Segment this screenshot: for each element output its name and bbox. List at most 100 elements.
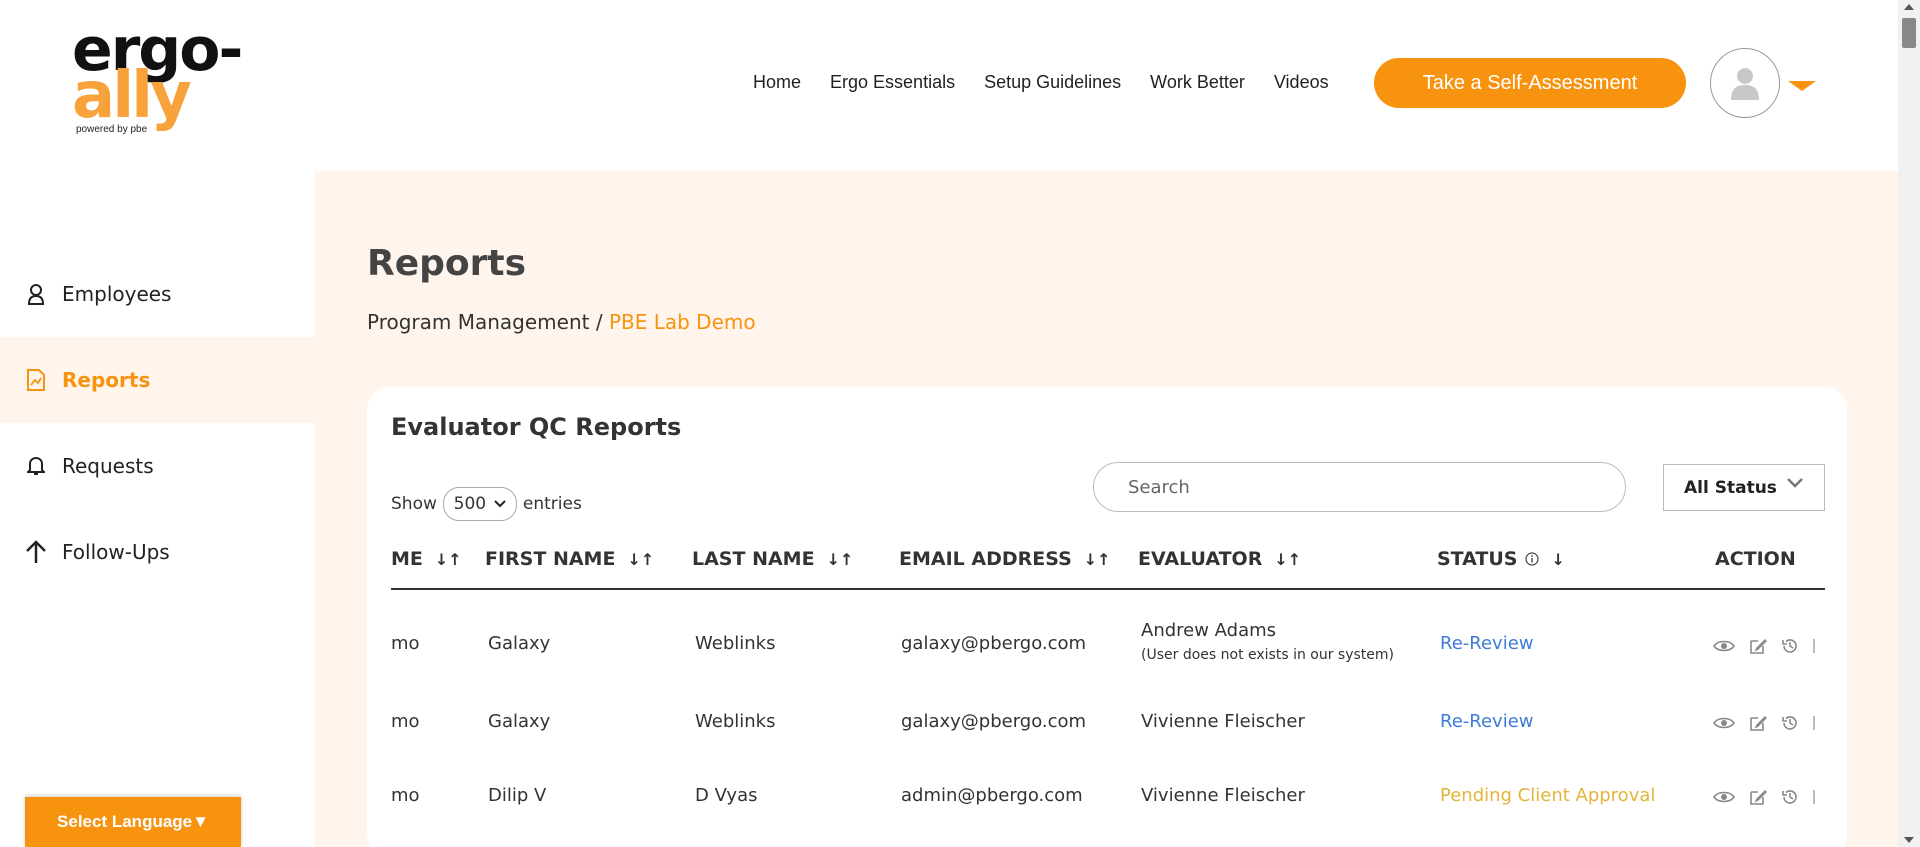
- eye-icon[interactable]: [1713, 639, 1735, 653]
- sidebar: Employees Reports Requests Follow-Ups: [0, 171, 315, 847]
- row-actions: [1713, 637, 1815, 655]
- reports-card: Evaluator QC Reports Show 500 entries Al…: [367, 387, 1847, 847]
- history-icon[interactable]: [1781, 714, 1799, 732]
- column-header-first-name[interactable]: FIRST NAME ↓↑: [485, 548, 654, 570]
- sort-icon[interactable]: ↓↑: [1274, 550, 1301, 569]
- edit-icon[interactable]: [1749, 788, 1767, 806]
- logo-text-ally: ally: [72, 59, 192, 133]
- breadcrumb-current: PBE Lab Demo: [608, 310, 756, 334]
- cell-evaluator: Vivienne Fleischer: [1141, 785, 1305, 806]
- action-divider: [1813, 790, 1815, 804]
- header: ergo- ally powered by pbe Home Ergo Esse…: [0, 0, 1898, 171]
- evaluator-name: Andrew Adams: [1141, 620, 1277, 641]
- entries-select[interactable]: 500: [442, 487, 517, 521]
- sort-icon[interactable]: ↓↑: [1084, 550, 1111, 569]
- row-actions: [1713, 788, 1815, 806]
- bell-icon: [24, 454, 48, 478]
- user-avatar[interactable]: [1710, 48, 1780, 118]
- nav-setup-guidelines[interactable]: Setup Guidelines: [984, 72, 1121, 93]
- history-icon[interactable]: [1781, 637, 1799, 655]
- column-header-last-name[interactable]: LAST NAME ↓↑: [692, 548, 853, 570]
- column-label: ACTION: [1715, 548, 1796, 570]
- eye-icon[interactable]: [1713, 716, 1735, 730]
- cell-last-name: D Vyas: [695, 785, 758, 806]
- user-avatar-icon: [1731, 68, 1759, 100]
- action-divider: [1813, 716, 1815, 730]
- main-nav: Home Ergo Essentials Setup Guidelines Wo…: [753, 72, 1358, 93]
- sidebar-item-label: Reports: [62, 368, 151, 392]
- scroll-down-arrow-icon[interactable]: [1904, 837, 1914, 843]
- card-title: Evaluator QC Reports: [391, 413, 682, 441]
- cell-first-name: Galaxy: [488, 633, 551, 654]
- info-icon[interactable]: [1525, 552, 1540, 566]
- sort-icon[interactable]: ↓↑: [435, 550, 462, 569]
- column-label: FIRST NAME: [485, 548, 616, 570]
- report-icon: [24, 368, 48, 392]
- sidebar-item-employees[interactable]: Employees: [0, 251, 315, 337]
- status-filter-value: All Status: [1684, 477, 1777, 498]
- sidebar-item-label: Requests: [62, 454, 154, 478]
- column-header-evaluator[interactable]: EVALUATOR ↓↑: [1138, 548, 1301, 570]
- sidebar-item-reports[interactable]: Reports: [0, 337, 315, 423]
- cell-first-name: Galaxy: [488, 711, 551, 732]
- ergo-ally-logo[interactable]: ergo- ally powered by pbe: [72, 18, 292, 138]
- column-header-email[interactable]: EMAIL ADDRESS ↓↑: [899, 548, 1111, 570]
- select-language-button[interactable]: Select Language▼: [25, 797, 241, 847]
- nav-videos[interactable]: Videos: [1274, 72, 1329, 93]
- column-label: ME: [391, 548, 423, 570]
- logo-tagline: powered by pbe: [76, 124, 148, 135]
- cell-email: admin@pbergo.com: [901, 785, 1083, 806]
- breadcrumb: Program Management / PBE Lab Demo: [367, 310, 756, 334]
- cell-me: mo: [391, 785, 420, 806]
- column-header-action: ACTION: [1715, 548, 1796, 570]
- cell-last-name: Weblinks: [695, 711, 776, 732]
- edit-icon[interactable]: [1749, 637, 1767, 655]
- table-header: ME ↓↑ FIRST NAME ↓↑ LAST NAME ↓↑ EMAIL ADDR…: [391, 532, 1825, 590]
- column-label: LAST NAME: [692, 548, 815, 570]
- sort-icon[interactable]: ↓↑: [627, 550, 654, 569]
- cell-email: galaxy@pbergo.com: [901, 711, 1087, 732]
- status-badge[interactable]: Re-Review: [1440, 711, 1534, 732]
- edit-icon[interactable]: [1749, 714, 1767, 732]
- sidebar-item-label: Follow-Ups: [62, 540, 170, 564]
- nav-ergo-essentials[interactable]: Ergo Essentials: [830, 72, 955, 93]
- entries-label: entries: [522, 494, 582, 514]
- cell-last-name: Weblinks: [695, 633, 776, 654]
- nav-home[interactable]: Home: [753, 72, 801, 93]
- status-badge[interactable]: Re-Review: [1440, 633, 1534, 654]
- main-content: Reports Program Management / PBE Lab Dem…: [315, 171, 1898, 847]
- status-badge[interactable]: Pending Client Approval: [1440, 785, 1655, 806]
- user-icon: [24, 282, 48, 306]
- sidebar-item-follow-ups[interactable]: Follow-Ups: [0, 509, 315, 595]
- column-label: EMAIL ADDRESS: [899, 548, 1072, 570]
- chevron-down-icon: [494, 500, 506, 508]
- profile-dropdown-chevron-icon[interactable]: [1788, 81, 1816, 91]
- nav-work-better[interactable]: Work Better: [1150, 72, 1245, 93]
- status-filter-select[interactable]: All Status: [1663, 464, 1825, 511]
- scrollbar-thumb[interactable]: [1902, 18, 1916, 48]
- eye-icon[interactable]: [1713, 790, 1735, 804]
- breadcrumb-parent[interactable]: Program Management /: [367, 310, 609, 334]
- cell-first-name: Dilip V: [488, 785, 547, 806]
- history-icon[interactable]: [1781, 788, 1799, 806]
- entries-value: 500: [453, 494, 487, 514]
- sidebar-item-requests[interactable]: Requests: [0, 423, 315, 509]
- sort-icon[interactable]: ↓↑: [827, 550, 854, 569]
- column-header-me[interactable]: ME ↓↑: [391, 548, 462, 570]
- action-divider: [1813, 639, 1815, 653]
- arrow-up-icon: [24, 540, 48, 564]
- sort-desc-icon[interactable]: ↓: [1551, 550, 1564, 569]
- entries-control: Show 500 entries: [391, 487, 582, 521]
- scroll-up-arrow-icon[interactable]: [1904, 4, 1914, 10]
- take-self-assessment-button[interactable]: Take a Self-Assessment: [1374, 58, 1686, 108]
- sidebar-item-label: Employees: [62, 282, 172, 306]
- evaluator-note: (User does not exists in our system): [1141, 647, 1395, 663]
- column-label: EVALUATOR: [1138, 548, 1263, 570]
- column-header-status[interactable]: STATUS ↓: [1437, 548, 1565, 570]
- search-input[interactable]: [1093, 462, 1626, 512]
- vertical-scrollbar[interactable]: [1898, 0, 1920, 847]
- page-title: Reports: [367, 243, 527, 284]
- cell-evaluator: Vivienne Fleischer: [1141, 711, 1305, 732]
- cell-me: mo: [391, 633, 420, 654]
- column-label: STATUS: [1437, 548, 1518, 570]
